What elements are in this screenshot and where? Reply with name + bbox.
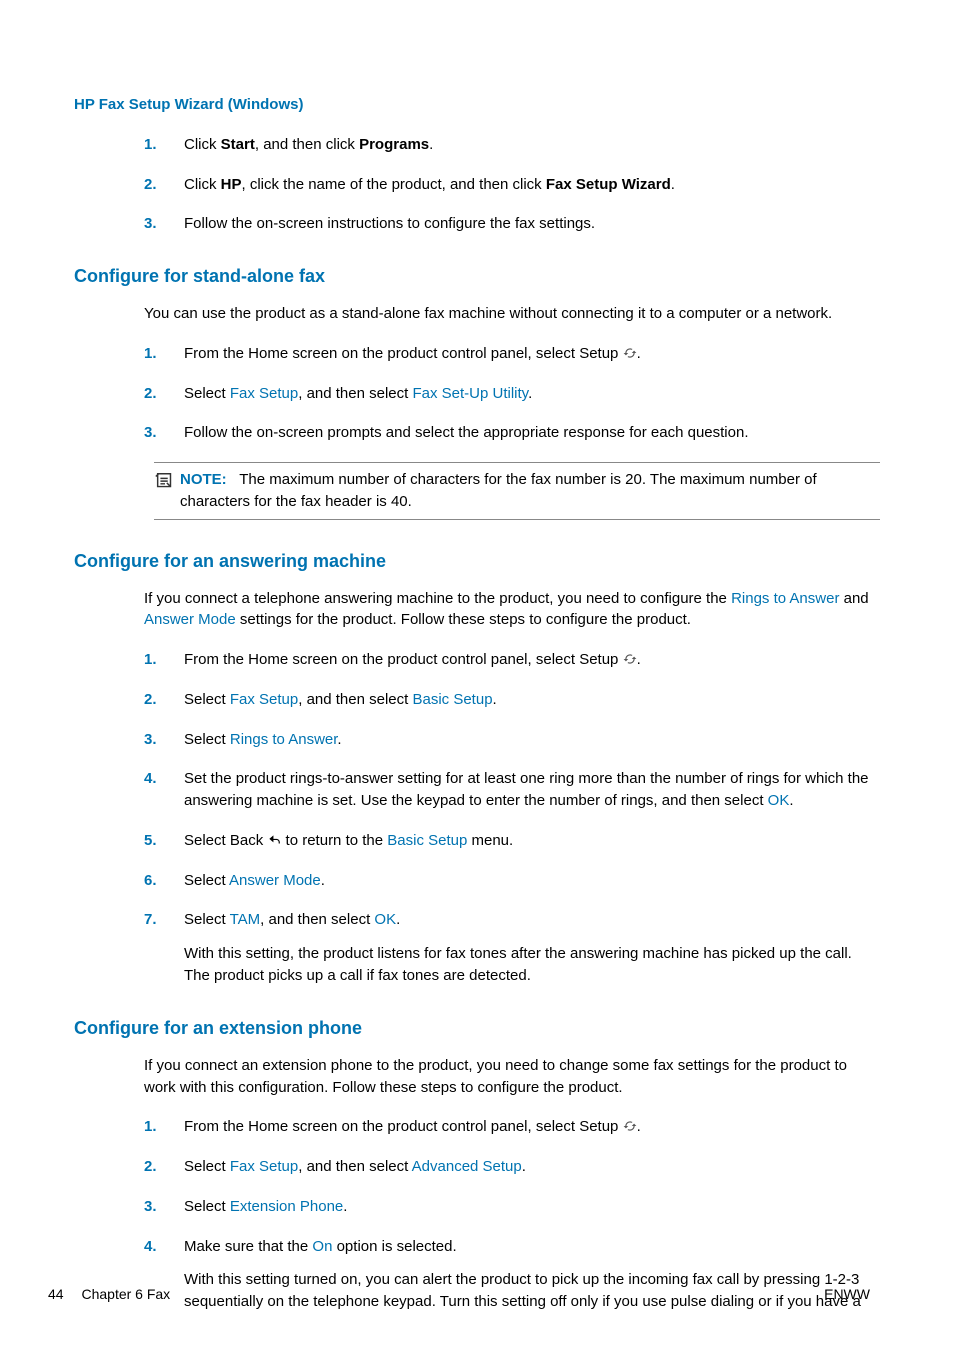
step-text: Click Start, and then click Programs. bbox=[184, 136, 433, 153]
steps-extension: 1. From the Home screen on the product c… bbox=[144, 1116, 880, 1313]
step-text: Select Answer Mode. bbox=[184, 872, 325, 889]
step-number: 1. bbox=[144, 134, 157, 156]
steps-wizard: 1. Click Start, and then click Programs.… bbox=[144, 134, 880, 235]
step-number: 6. bbox=[144, 870, 157, 892]
step-text: Make sure that the On option is selected… bbox=[184, 1238, 457, 1255]
intro-text: If you connect an extension phone to the… bbox=[144, 1055, 880, 1099]
footer-right: ENWW bbox=[824, 1284, 870, 1304]
heading-stand-alone-fax: Configure for stand-alone fax bbox=[74, 263, 880, 289]
intro-text: You can use the product as a stand-alone… bbox=[144, 303, 880, 325]
step-text: From the Home screen on the product cont… bbox=[184, 651, 641, 668]
step-number: 2. bbox=[144, 174, 157, 196]
step-text: From the Home screen on the product cont… bbox=[184, 1118, 641, 1135]
step-text: Set the product rings-to-answer setting … bbox=[184, 770, 869, 809]
step-text: From the Home screen on the product cont… bbox=[184, 345, 641, 362]
heading-answering-machine: Configure for an answering machine bbox=[74, 548, 880, 574]
step-text: Select Back to return to the Basic Setup… bbox=[184, 832, 513, 849]
page: HP Fax Setup Wizard (Windows) 1. Click S… bbox=[0, 0, 954, 1371]
step-number: 3. bbox=[144, 213, 157, 235]
step-number: 2. bbox=[144, 383, 157, 405]
step-number: 5. bbox=[144, 830, 157, 852]
step-text: Select Fax Setup, and then select Basic … bbox=[184, 691, 497, 708]
intro-text: If you connect a telephone answering mac… bbox=[144, 588, 880, 632]
note-icon bbox=[154, 471, 176, 489]
steps-standalone: 1. From the Home screen on the product c… bbox=[144, 343, 880, 444]
note-text: NOTE: The maximum number of characters f… bbox=[180, 469, 880, 513]
heading-hp-fax-setup-wizard: HP Fax Setup Wizard (Windows) bbox=[74, 94, 880, 116]
step-text: Select Fax Setup, and then select Fax Se… bbox=[184, 385, 532, 402]
step-number: 4. bbox=[144, 1236, 157, 1258]
step-after-text: With this setting, the product listens f… bbox=[184, 943, 880, 987]
page-number: 44 bbox=[48, 1286, 64, 1302]
setup-icon bbox=[623, 1118, 637, 1132]
step-number: 4. bbox=[144, 768, 157, 790]
step-number: 2. bbox=[144, 689, 157, 711]
steps-answering: 1. From the Home screen on the product c… bbox=[144, 649, 880, 987]
heading-extension-phone: Configure for an extension phone bbox=[74, 1015, 880, 1041]
setup-icon bbox=[623, 651, 637, 665]
step-text: Follow the on-screen instructions to con… bbox=[184, 215, 595, 232]
step-number: 2. bbox=[144, 1156, 157, 1178]
setup-icon bbox=[623, 345, 637, 359]
step-number: 1. bbox=[144, 649, 157, 671]
step-text: Click HP, click the name of the product,… bbox=[184, 176, 675, 193]
note-box: NOTE: The maximum number of characters f… bbox=[154, 462, 880, 520]
step-text: Select Extension Phone. bbox=[184, 1198, 347, 1215]
step-number: 1. bbox=[144, 343, 157, 365]
step-number: 3. bbox=[144, 422, 157, 444]
step-text: Select TAM, and then select OK. bbox=[184, 911, 400, 928]
back-icon bbox=[267, 832, 281, 846]
step-text: Select Rings to Answer. bbox=[184, 731, 342, 748]
step-number: 3. bbox=[144, 1196, 157, 1218]
page-footer: 44 Chapter 6 Fax ENWW bbox=[48, 1284, 870, 1304]
chapter-label: Chapter 6 Fax bbox=[81, 1286, 170, 1302]
step-text: Follow the on-screen prompts and select … bbox=[184, 424, 749, 441]
step-number: 7. bbox=[144, 909, 157, 931]
step-number: 3. bbox=[144, 729, 157, 751]
step-text: Select Fax Setup, and then select Advanc… bbox=[184, 1158, 526, 1175]
step-number: 1. bbox=[144, 1116, 157, 1138]
